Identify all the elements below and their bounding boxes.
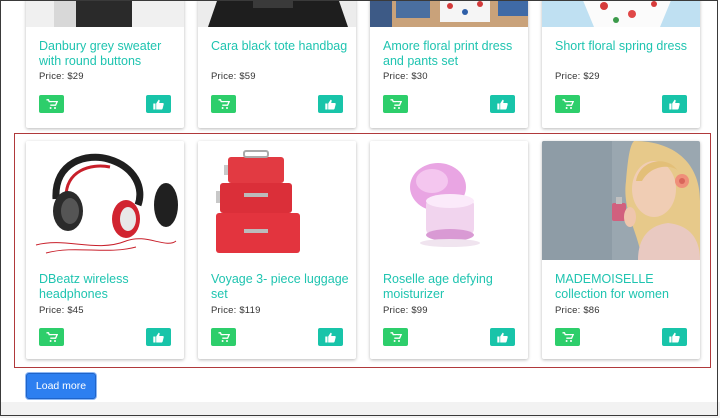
like-button[interactable] (146, 328, 171, 346)
add-to-cart-icon (390, 98, 402, 110)
like-button[interactable] (662, 95, 687, 113)
add-to-cart-icon (46, 98, 58, 110)
product-title[interactable]: Amore floral print dress and pants set (383, 39, 523, 68)
product-title[interactable]: DBeatz wireless headphones (39, 272, 179, 301)
product-image[interactable] (26, 0, 184, 27)
product-title[interactable]: Cara black tote handbag (211, 39, 351, 54)
add-to-cart-icon (562, 98, 574, 110)
thumbs-up-icon (669, 99, 680, 110)
add-to-cart-button[interactable] (383, 95, 408, 113)
add-to-cart-button[interactable] (211, 95, 236, 113)
add-to-cart-button[interactable] (555, 95, 580, 113)
product-card: MADEMOISELLE collection for women Price:… (542, 141, 700, 359)
product-card: Cara black tote handbag Price: $59 (198, 0, 356, 128)
footer-area (0, 402, 720, 418)
product-card: Voyage 3- piece luggage set Price: $119 (198, 141, 356, 359)
like-button[interactable] (662, 328, 687, 346)
product-card: Amore floral print dress and pants set P… (370, 0, 528, 128)
product-card: Short floral spring dress Price: $29 (542, 0, 700, 128)
product-image[interactable] (542, 0, 700, 27)
add-to-cart-button[interactable] (211, 328, 236, 346)
product-title[interactable]: Short floral spring dress (555, 39, 695, 54)
load-more-button[interactable]: Load more (26, 373, 96, 399)
thumbs-up-icon (325, 332, 336, 343)
product-card: DBeatz wireless headphones Price: $45 (26, 141, 184, 359)
product-card: Danbury grey sweater with round buttons … (26, 0, 184, 128)
product-title[interactable]: Roselle age defying moisturizer (383, 272, 523, 301)
product-price: Price: $99 (383, 305, 428, 316)
thumbs-up-icon (497, 99, 508, 110)
add-to-cart-button[interactable] (39, 95, 64, 113)
like-button[interactable] (318, 328, 343, 346)
add-to-cart-icon (390, 331, 402, 343)
add-to-cart-icon (218, 331, 230, 343)
product-image[interactable] (542, 141, 700, 260)
product-price: Price: $59 (211, 71, 256, 82)
product-price: Price: $119 (211, 305, 261, 316)
product-price: Price: $29 (555, 71, 600, 82)
product-title[interactable]: MADEMOISELLE collection for women (555, 272, 695, 301)
product-image[interactable] (370, 0, 528, 27)
product-price: Price: $45 (39, 305, 84, 316)
product-price: Price: $29 (39, 71, 84, 82)
product-image[interactable] (370, 141, 528, 260)
thumbs-up-icon (153, 99, 164, 110)
product-image[interactable] (198, 0, 356, 27)
like-button[interactable] (490, 328, 515, 346)
product-image[interactable] (26, 141, 184, 260)
like-button[interactable] (318, 95, 343, 113)
like-button[interactable] (490, 95, 515, 113)
add-to-cart-button[interactable] (39, 328, 64, 346)
add-to-cart-button[interactable] (555, 328, 580, 346)
add-to-cart-button[interactable] (383, 328, 408, 346)
product-price: Price: $30 (383, 71, 428, 82)
product-image[interactable] (198, 141, 356, 260)
thumbs-up-icon (669, 332, 680, 343)
thumbs-up-icon (153, 332, 164, 343)
add-to-cart-icon (562, 331, 574, 343)
thumbs-up-icon (325, 99, 336, 110)
product-card: Roselle age defying moisturizer Price: $… (370, 141, 528, 359)
add-to-cart-icon (46, 331, 58, 343)
thumbs-up-icon (497, 332, 508, 343)
add-to-cart-icon (218, 98, 230, 110)
product-title[interactable]: Voyage 3- piece luggage set (211, 272, 351, 301)
like-button[interactable] (146, 95, 171, 113)
product-price: Price: $86 (555, 305, 600, 316)
product-title[interactable]: Danbury grey sweater with round buttons (39, 39, 179, 68)
